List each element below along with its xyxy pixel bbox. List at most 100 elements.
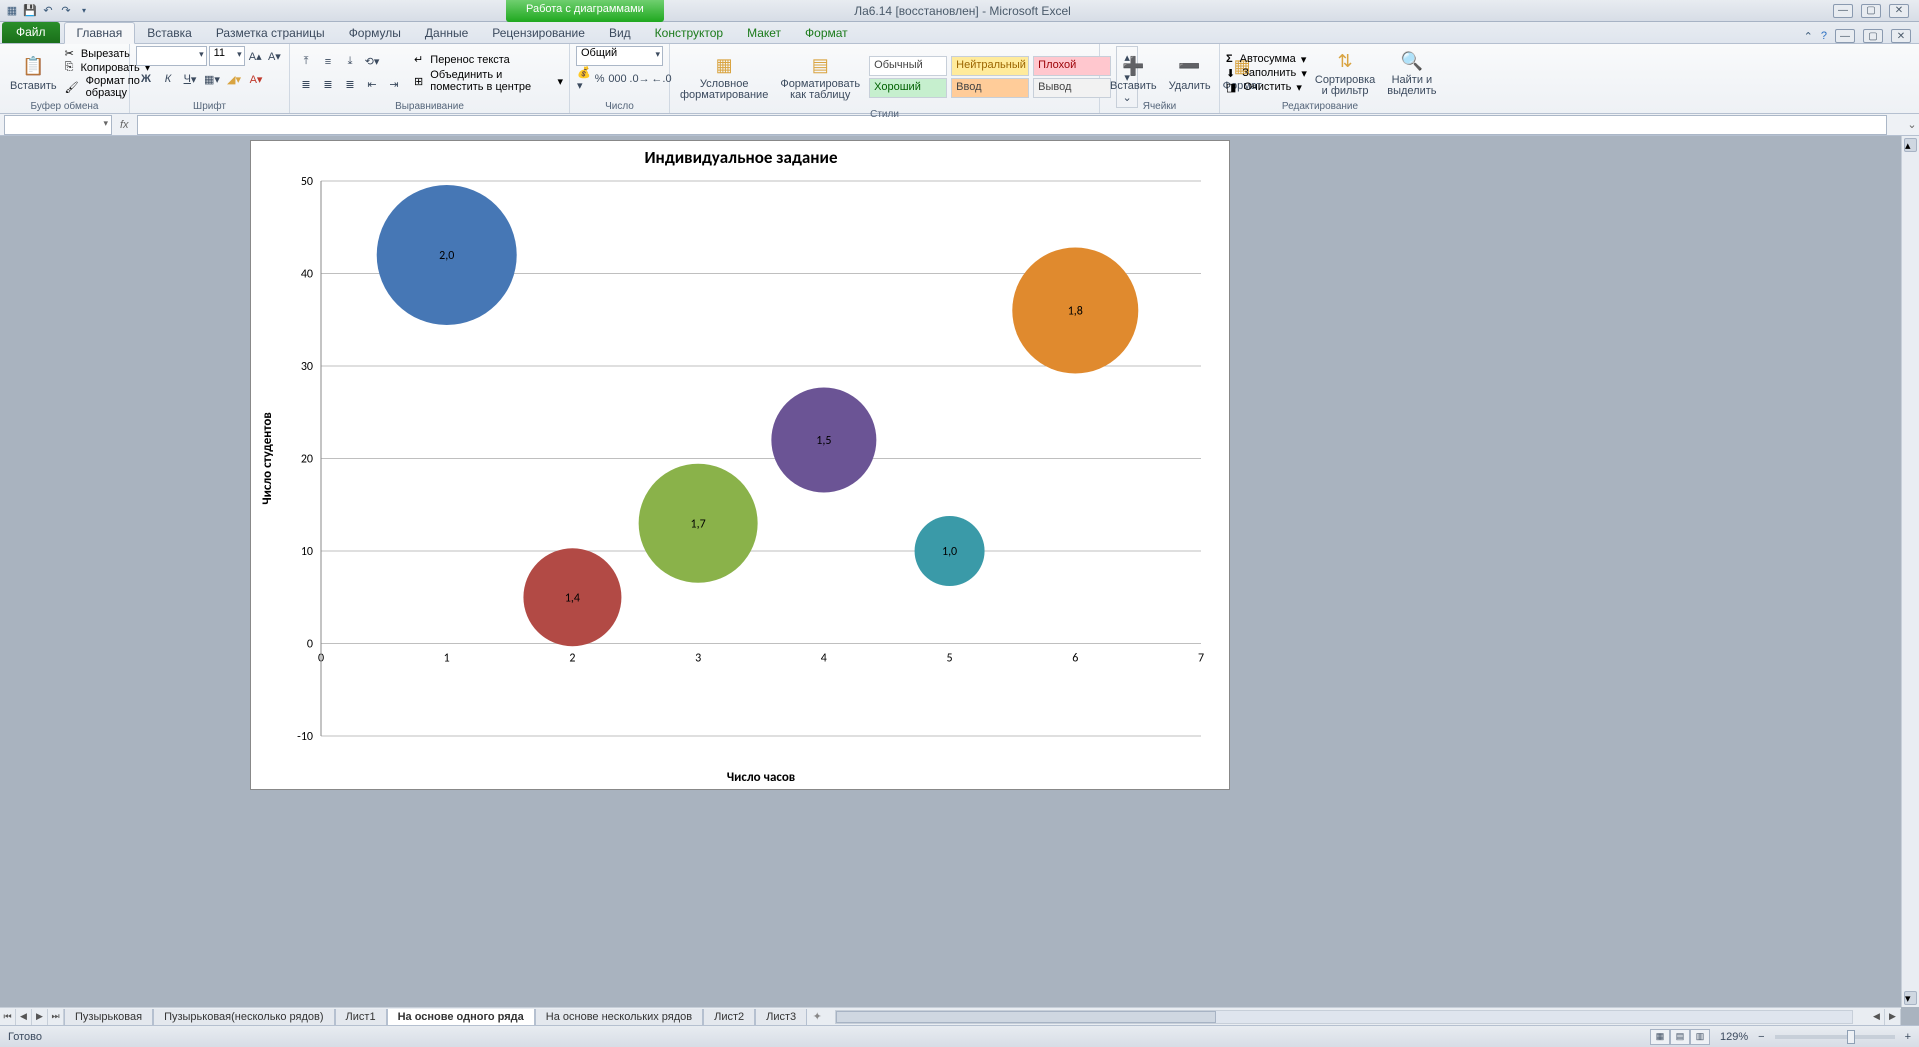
autosum-button[interactable]: Σ Автосумма ▾ — [1226, 53, 1307, 66]
tab-data[interactable]: Данные — [413, 23, 480, 43]
group-number: Общий 💰▾ % 000 .0→ ←.0 Число — [570, 44, 670, 113]
sheet-tab[interactable]: Лист2 — [703, 1009, 755, 1026]
tab-view[interactable]: Вид — [597, 23, 643, 43]
workbook-close-button[interactable]: ✕ — [1891, 29, 1911, 43]
delete-cells-button[interactable]: ➖Удалить — [1165, 53, 1215, 94]
paste-button[interactable]: 📋 Вставить — [6, 53, 61, 94]
formula-expand-icon[interactable]: ⌄ — [1905, 118, 1919, 131]
sheet-tab[interactable]: На основе нескольких рядов — [535, 1009, 703, 1026]
svg-text:50: 50 — [301, 175, 313, 189]
zoom-in-button[interactable]: + — [1905, 1031, 1911, 1043]
sheet-tab[interactable]: Пузырьковая — [64, 1009, 153, 1026]
view-page-break-button[interactable]: ▥ — [1690, 1029, 1710, 1045]
redo-icon[interactable]: ↷ — [58, 3, 74, 19]
increase-font-icon[interactable]: A▴ — [247, 46, 264, 66]
align-bottom-icon[interactable]: ⤓ — [340, 52, 360, 72]
vertical-scrollbar[interactable]: ▴ ▾ — [1901, 136, 1919, 1007]
style-good[interactable]: Хороший — [869, 78, 947, 98]
find-select-button[interactable]: 🔍Найти и выделить — [1383, 47, 1440, 99]
sheet-nav-next[interactable]: ▶ — [32, 1009, 48, 1025]
restore-button[interactable]: ▢ — [1861, 4, 1881, 18]
font-size-combo[interactable]: 11 — [209, 46, 245, 66]
tab-page-layout[interactable]: Разметка страницы — [204, 23, 337, 43]
sheet-nav-last[interactable]: ⏭ — [48, 1009, 64, 1025]
zoom-slider[interactable] — [1775, 1035, 1895, 1039]
file-tab[interactable]: Файл — [2, 22, 60, 43]
hscroll-thumb[interactable] — [836, 1011, 1216, 1023]
border-button[interactable]: ▦▾ — [202, 69, 222, 89]
sheet-tab[interactable]: Пузырьковая(несколько рядов) — [153, 1009, 334, 1026]
hscroll-left-button[interactable]: ◀ — [1869, 1009, 1885, 1025]
align-middle-icon[interactable]: ≡ — [318, 52, 338, 72]
percent-format-icon[interactable]: % — [594, 69, 606, 89]
view-normal-button[interactable]: ▦ — [1650, 1029, 1670, 1045]
tab-chart-format[interactable]: Формат — [793, 23, 860, 43]
hscroll-right-button[interactable]: ▶ — [1885, 1009, 1901, 1025]
save-icon[interactable]: 💾 — [22, 3, 38, 19]
svg-text:1,0: 1,0 — [942, 545, 957, 559]
style-input[interactable]: Ввод — [951, 78, 1029, 98]
insert-cells-button[interactable]: ➕Вставить — [1106, 53, 1161, 94]
undo-icon[interactable]: ↶ — [40, 3, 56, 19]
align-top-icon[interactable]: ⤒ — [296, 52, 316, 72]
sheet-tab[interactable]: Лист3 — [755, 1009, 807, 1026]
fill-button[interactable]: ⬇ Заполнить ▾ — [1226, 67, 1307, 80]
scroll-down-button[interactable]: ▾ — [1904, 991, 1917, 1005]
zoom-thumb[interactable] — [1847, 1030, 1855, 1044]
italic-button[interactable]: К — [158, 69, 178, 89]
bold-button[interactable]: Ж — [136, 69, 156, 89]
wrap-text-button[interactable]: ↵ Перенос текста — [414, 53, 563, 66]
new-sheet-icon[interactable]: ✦ — [807, 1010, 827, 1023]
conditional-formatting-button[interactable]: ▦Условное форматирование — [676, 51, 772, 103]
minimize-ribbon-icon[interactable]: ⌃ — [1804, 30, 1813, 43]
font-color-button[interactable]: A▾ — [246, 69, 266, 89]
underline-button[interactable]: Ч▾ — [180, 69, 200, 89]
increase-indent-icon[interactable]: ⇥ — [384, 75, 404, 95]
increase-decimal-icon[interactable]: .0→ — [629, 69, 649, 89]
tab-review[interactable]: Рецензирование — [480, 23, 597, 43]
decrease-font-icon[interactable]: A▾ — [266, 46, 283, 66]
tab-home[interactable]: Главная — [64, 22, 136, 44]
chart-window[interactable]: Индивидуальное задание-10010203040500123… — [250, 140, 1230, 790]
zoom-level[interactable]: 129% — [1720, 1031, 1748, 1043]
fill-color-button[interactable]: ◢▾ — [224, 69, 244, 89]
style-neutral[interactable]: Нейтральный — [951, 56, 1029, 76]
sheet-nav-first[interactable]: ⏮ — [0, 1009, 16, 1025]
style-normal[interactable]: Обычный — [869, 56, 947, 76]
accounting-format-icon[interactable]: 💰▾ — [576, 69, 592, 89]
qat-dropdown-icon[interactable]: ▾ — [76, 3, 92, 19]
tab-insert[interactable]: Вставка — [135, 23, 204, 43]
workbook-minimize-button[interactable]: — — [1835, 29, 1855, 43]
comma-format-icon[interactable]: 000 — [607, 69, 627, 89]
name-box[interactable] — [4, 115, 112, 135]
align-right-icon[interactable]: ≣ — [340, 75, 360, 95]
minimize-button[interactable]: — — [1833, 4, 1853, 18]
align-left-icon[interactable]: ≣ — [296, 75, 316, 95]
help-icon[interactable]: ? — [1821, 30, 1827, 42]
font-family-combo[interactable] — [136, 46, 207, 66]
decrease-indent-icon[interactable]: ⇤ — [362, 75, 382, 95]
fx-label[interactable]: fx — [112, 119, 137, 131]
decrease-decimal-icon[interactable]: ←.0 — [651, 69, 671, 89]
sheet-nav-prev[interactable]: ◀ — [16, 1009, 32, 1025]
align-center-icon[interactable]: ≣ — [318, 75, 338, 95]
orientation-icon[interactable]: ⟲▾ — [362, 52, 382, 72]
number-format-combo[interactable]: Общий — [576, 46, 663, 66]
sheet-tab[interactable]: Лист1 — [335, 1009, 387, 1026]
sort-filter-button[interactable]: ⇅Сортировка и фильтр — [1311, 47, 1379, 99]
workbook-restore-button[interactable]: ▢ — [1863, 29, 1883, 43]
zoom-out-button[interactable]: − — [1758, 1031, 1764, 1043]
sheet-tab[interactable]: На основе одного ряда — [387, 1009, 535, 1026]
close-button[interactable]: ✕ — [1889, 4, 1909, 18]
tab-chart-design[interactable]: Конструктор — [643, 23, 735, 43]
scroll-up-button[interactable]: ▴ — [1904, 138, 1917, 152]
horizontal-scrollbar[interactable] — [835, 1010, 1853, 1024]
merge-center-button[interactable]: ⊞ Объединить и поместить в центре ▾ — [414, 69, 563, 93]
format-as-table-button[interactable]: ▤Форматировать как таблицу — [776, 51, 864, 103]
clear-button[interactable]: ◨ Очистить ▾ — [1226, 81, 1307, 94]
bubble-chart[interactable]: Индивидуальное задание-10010203040500123… — [251, 141, 1231, 791]
sheet-tabs: ПузырьковаяПузырьковая(несколько рядов)Л… — [64, 1008, 807, 1026]
tab-formulas[interactable]: Формулы — [337, 23, 413, 43]
view-page-layout-button[interactable]: ▤ — [1670, 1029, 1690, 1045]
tab-chart-layout[interactable]: Макет — [735, 23, 793, 43]
